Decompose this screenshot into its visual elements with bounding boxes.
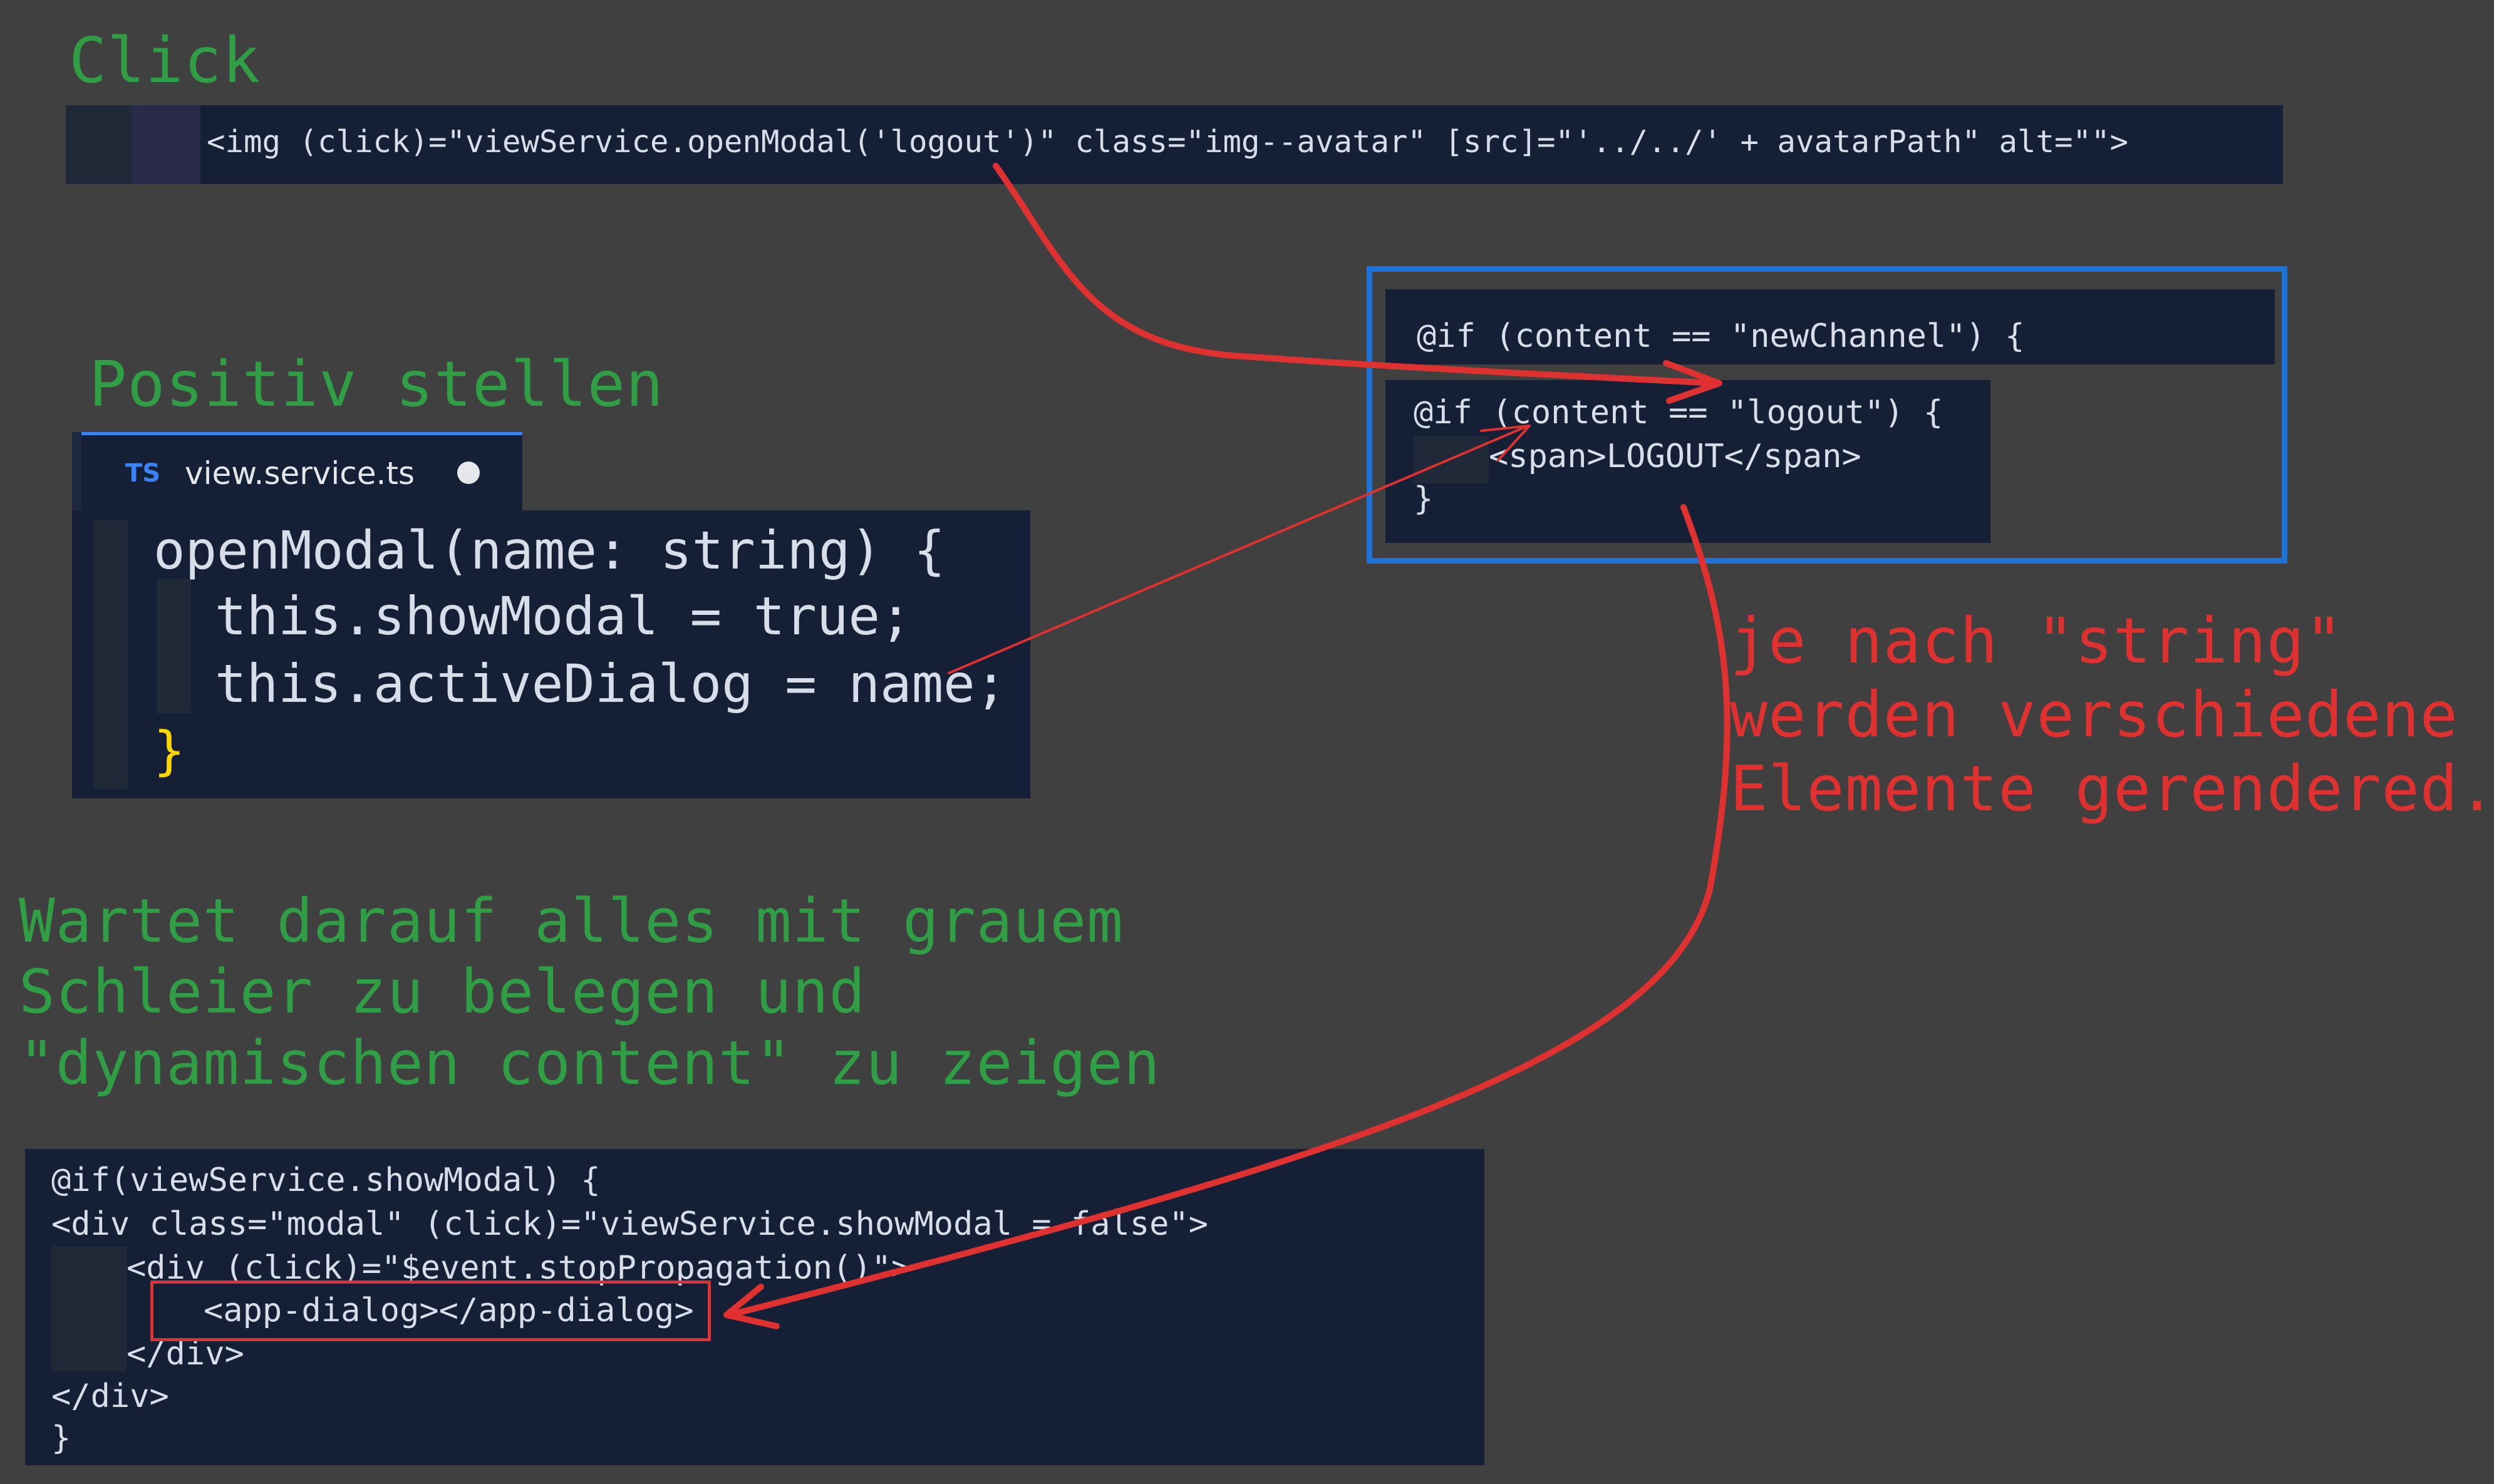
arrow-logout-to-appdialog [727,504,1731,1318]
annotation-arrows [723,163,1731,1329]
arrow-name-to-content [948,425,1529,674]
arrow-click-to-logout [993,163,1719,386]
